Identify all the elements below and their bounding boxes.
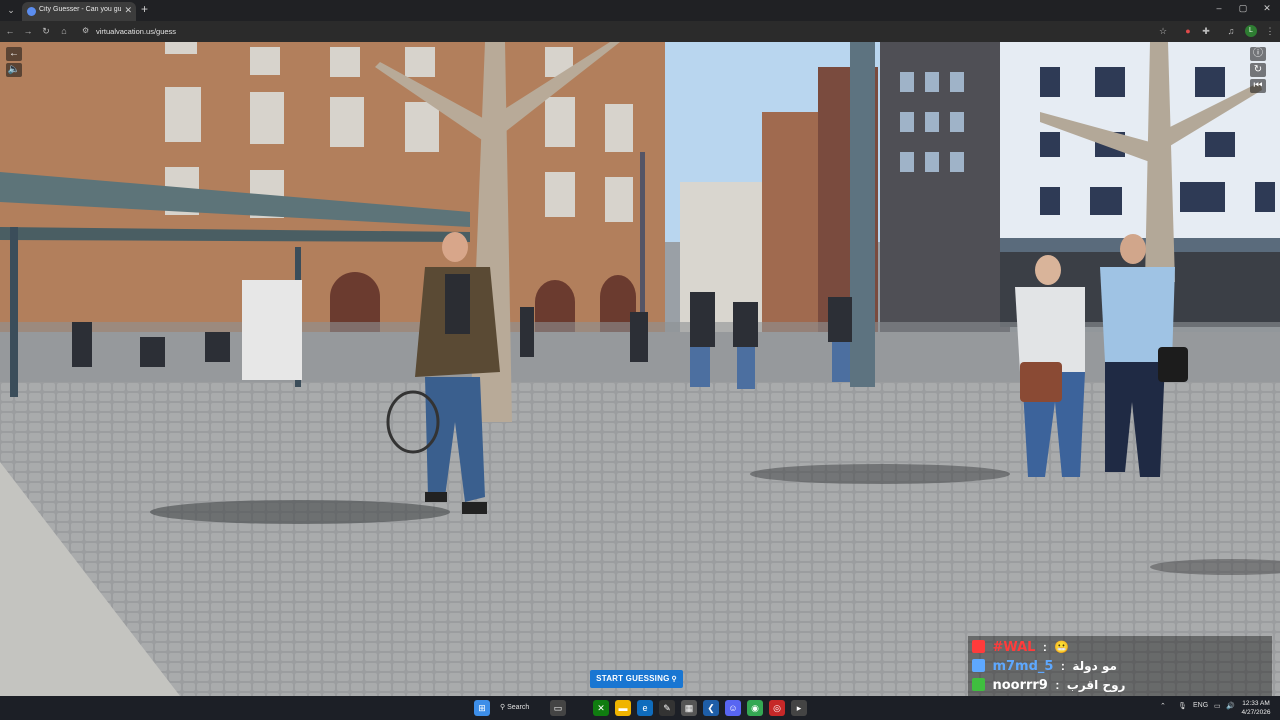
start-guessing-label: START GUESSING [596, 674, 670, 683]
browser-toolbar: ← → ↻ ⌂ ⚙ virtualvacation.us/guess ☆ ● ✚… [0, 21, 1280, 42]
system-clock[interactable]: 12:33 AM 4/27/2026 [1238, 699, 1274, 717]
street-scene-image [0, 42, 1280, 696]
chat-message: noorrr9 : روح اقرب [972, 676, 1125, 694]
user-badge-icon [972, 678, 985, 691]
sound-icon[interactable]: 🔈 [6, 63, 22, 77]
app-icon[interactable]: ✎ [659, 700, 675, 716]
edge-icon[interactable]: e [637, 700, 653, 716]
xbox-icon[interactable]: ✕ [593, 700, 609, 716]
network-icon[interactable]: ▭ [1214, 702, 1221, 710]
close-window-button[interactable]: ✕ [1260, 3, 1274, 14]
extensions-puzzle-icon[interactable]: ✚ [1199, 24, 1213, 38]
task-view-icon[interactable]: ▭ [550, 700, 566, 716]
refresh-icon[interactable]: ↻ [1250, 63, 1266, 77]
terminal-icon[interactable]: ▸ [791, 700, 807, 716]
discord-icon[interactable]: ☺ [725, 700, 741, 716]
windows-taskbar: ⊞ ⚲ Search ▭ ✕ ▬ e ✎ ▦ ❮ ☺ ◉ ◎ ▸ ⌃ 🎙 ENG… [0, 696, 1280, 720]
extension-icon[interactable]: ● [1181, 24, 1195, 38]
browser-tab-strip: ⌄ City Guesser - Can you guess w ✕ + – ▢… [0, 0, 1280, 21]
chat-separator: : [1060, 659, 1065, 673]
language-indicator[interactable]: ENG [1193, 702, 1208, 709]
skip-back-icon[interactable]: ⏮ [1250, 79, 1266, 93]
chat-text: روح اقرب [1066, 678, 1126, 692]
volume-icon[interactable]: 🔊 [1226, 702, 1235, 710]
obs-icon[interactable]: ◎ [769, 700, 785, 716]
new-tab-button[interactable]: + [141, 2, 148, 16]
mic-icon[interactable]: 🎙 [1178, 702, 1187, 710]
taskbar-search-label: Search [507, 704, 530, 711]
file-explorer-icon[interactable]: ▬ [615, 700, 631, 716]
home-icon[interactable]: ⌂ [57, 24, 71, 38]
bookmark-star-icon[interactable]: ☆ [1156, 24, 1170, 38]
chat-username: #WAL [992, 640, 1036, 655]
chat-text: مو دولة [1072, 659, 1117, 673]
clock-date: 4/27/2026 [1241, 709, 1271, 716]
tray-chevron-icon[interactable]: ⌃ [1160, 702, 1166, 710]
tab-search-icon[interactable]: ⌄ [4, 3, 18, 17]
start-guessing-button[interactable]: START GUESSING ⚲ [590, 670, 683, 688]
url-text: virtualvacation.us/guess [96, 27, 177, 36]
profile-avatar[interactable]: L [1245, 25, 1257, 37]
chat-separator: : [1042, 640, 1047, 654]
taskbar-search[interactable]: ⚲ Search [500, 701, 540, 715]
user-badge-icon [972, 640, 985, 653]
forward-icon[interactable]: → [21, 24, 35, 38]
search-icon: ⚲ [500, 704, 506, 711]
info-icon[interactable]: ⓘ [1250, 47, 1266, 61]
maximize-button[interactable]: ▢ [1236, 3, 1250, 14]
calendar-icon[interactable]: ▦ [681, 700, 697, 716]
reload-icon[interactable]: ↻ [39, 24, 53, 38]
browser-tab[interactable]: City Guesser - Can you guess w ✕ [22, 2, 136, 21]
user-badge-icon [972, 659, 985, 672]
chat-username: m7md_5 [992, 659, 1054, 674]
chat-text: 😬 [1054, 640, 1070, 654]
chat-message: #WAL : 😬 [972, 638, 1069, 656]
site-info-icon[interactable]: ⚙ [82, 26, 89, 35]
media-icon[interactable]: ♫ [1224, 24, 1238, 38]
street-view-panorama[interactable]: ← 🔈 ⓘ ↻ ⏮ START GUESSING ⚲ #WAL : 😬 m7md_… [0, 42, 1280, 696]
chat-username: noorrr9 [992, 678, 1048, 693]
start-menu-icon[interactable]: ⊞ [474, 700, 490, 716]
address-bar[interactable]: ⚙ virtualvacation.us/guess [78, 24, 1172, 39]
vscode-icon[interactable]: ❮ [703, 700, 719, 716]
tab-close-icon[interactable]: ✕ [124, 5, 132, 16]
minimize-button[interactable]: – [1212, 3, 1226, 13]
back-icon[interactable]: ← [3, 24, 17, 38]
chat-separator: : [1055, 678, 1060, 692]
menu-dots-icon[interactable]: ⋮ [1263, 24, 1277, 38]
map-pin-icon: ⚲ [671, 676, 677, 683]
clock-time: 12:33 AM [1242, 700, 1270, 707]
chrome-icon[interactable]: ◉ [747, 700, 763, 716]
chat-message: m7md_5 : مو دولة [972, 657, 1117, 675]
site-favicon-icon [27, 7, 36, 16]
back-arrow-icon[interactable]: ← [6, 47, 22, 61]
tab-title: City Guesser - Can you guess w [39, 6, 121, 13]
stream-chat-overlay: #WAL : 😬 m7md_5 : مو دولة noorrr9 : روح … [968, 636, 1272, 696]
